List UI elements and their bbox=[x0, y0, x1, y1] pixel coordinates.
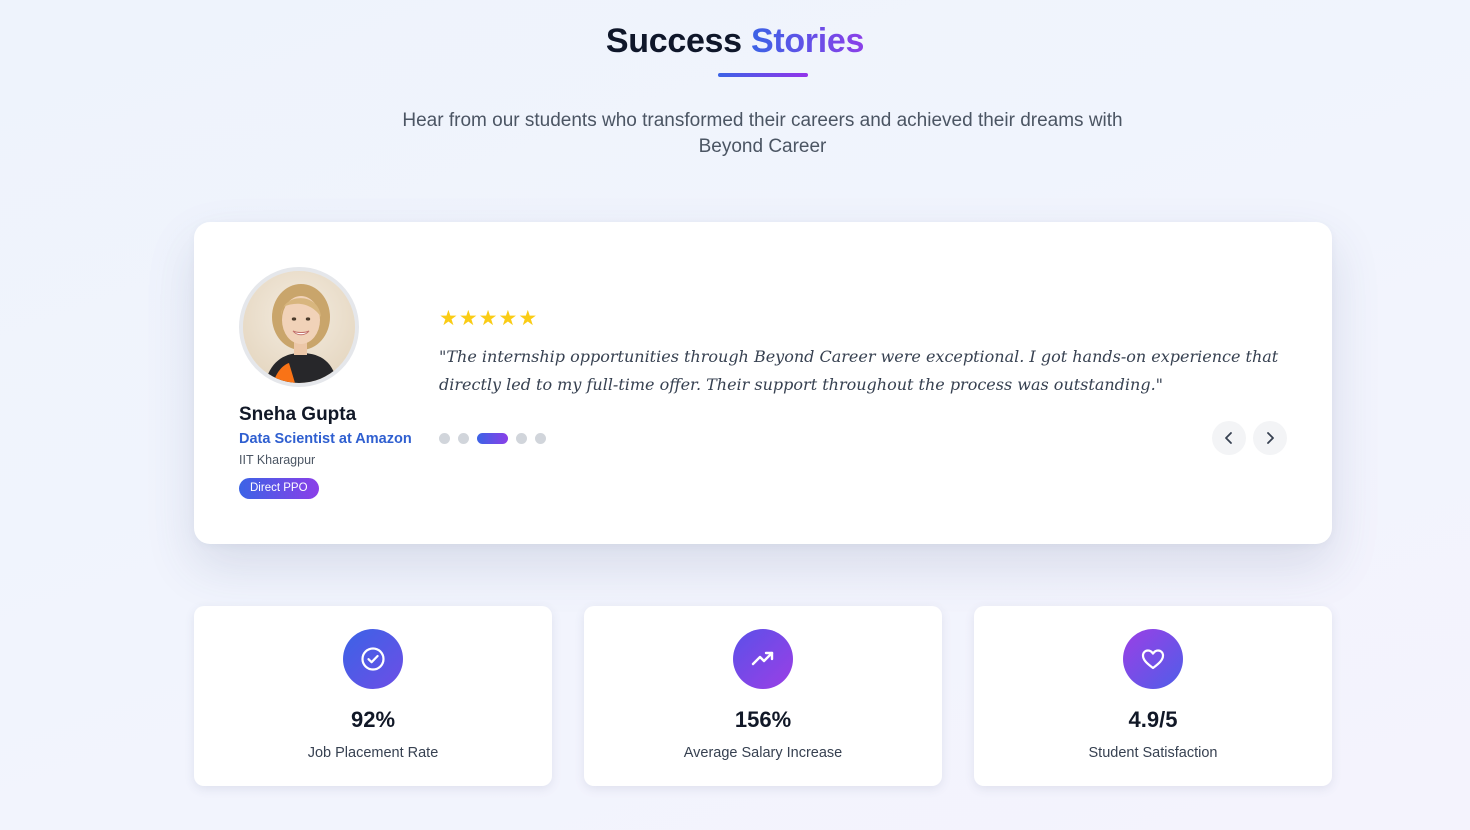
carousel-dots bbox=[439, 433, 546, 444]
testimonial-card: Sneha Gupta Data Scientist at Amazon IIT… bbox=[194, 222, 1332, 544]
section-subtitle: Hear from our students who transformed t… bbox=[402, 110, 1123, 157]
student-school: IIT Kharagpur bbox=[239, 453, 316, 467]
placement-badge: Direct PPO bbox=[239, 478, 319, 499]
carousel-dot[interactable] bbox=[535, 433, 546, 444]
stat-card-salary: 156% Average Salary Increase bbox=[584, 606, 942, 786]
carousel-dot[interactable] bbox=[516, 433, 527, 444]
carousel-dot-active[interactable] bbox=[477, 433, 508, 444]
stat-card-placement: 92% Job Placement Rate bbox=[194, 606, 552, 786]
avatar-portrait bbox=[243, 271, 355, 383]
star-icon: ★ bbox=[478, 307, 498, 330]
student-name: Sneha Gupta bbox=[239, 404, 357, 425]
star-rating: ★ ★ ★ ★ ★ bbox=[439, 307, 537, 331]
stat-label: Student Satisfaction bbox=[1088, 745, 1218, 761]
stat-value: 4.9/5 bbox=[1128, 707, 1178, 732]
title-word-success: Success bbox=[605, 22, 742, 60]
section-title: Success Stories bbox=[0, 22, 1470, 61]
stat-value: 92% bbox=[350, 707, 396, 732]
check-circle-icon bbox=[361, 647, 385, 671]
next-button[interactable] bbox=[1253, 421, 1287, 455]
chevron-right-icon bbox=[1267, 432, 1274, 444]
prev-button[interactable] bbox=[1212, 421, 1246, 455]
title-underline bbox=[718, 73, 808, 77]
title-word-stories: Stories bbox=[750, 22, 865, 60]
stat-label: Job Placement Rate bbox=[307, 745, 439, 761]
avatar bbox=[239, 267, 359, 387]
star-icon: ★ bbox=[439, 307, 458, 330]
chevron-left-icon bbox=[1225, 432, 1232, 444]
student-role: Data Scientist at Amazon bbox=[239, 431, 412, 447]
star-icon: ★ bbox=[458, 307, 478, 330]
stat-icon-circle bbox=[343, 629, 403, 689]
stat-label: Average Salary Increase bbox=[683, 745, 843, 761]
star-icon: ★ bbox=[498, 307, 518, 330]
testimonial-quote: "The internship opportunities through Be… bbox=[439, 347, 1279, 394]
carousel-dot[interactable] bbox=[458, 433, 469, 444]
carousel-dot[interactable] bbox=[439, 433, 450, 444]
stat-icon-circle bbox=[1123, 629, 1183, 689]
stat-card-satisfaction: 4.9/5 Student Satisfaction bbox=[974, 606, 1332, 786]
stat-icon-circle bbox=[733, 629, 793, 689]
stat-value: 156% bbox=[734, 707, 792, 732]
trending-up-icon bbox=[751, 651, 774, 666]
heart-icon bbox=[1141, 649, 1165, 670]
star-icon: ★ bbox=[518, 307, 538, 330]
